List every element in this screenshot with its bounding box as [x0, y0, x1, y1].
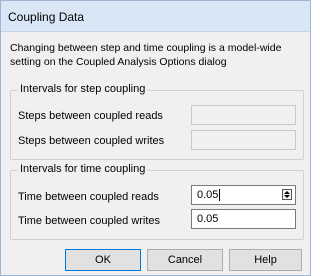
time-coupling-group: Intervals for time coupling — [10, 163, 304, 240]
intro-text: Changing between step and time coupling … — [10, 42, 282, 68]
time-writes-value: 0.05 — [197, 213, 219, 225]
spinner-icon[interactable] — [282, 189, 292, 200]
coupling-data-dialog: Coupling Data Changing between step and … — [0, 0, 311, 276]
text-caret — [219, 189, 221, 202]
cancel-button[interactable]: Cancel — [147, 249, 223, 271]
time-writes-label: Time between coupled writes — [18, 215, 161, 227]
steps-writes-label: Steps between coupled writes — [18, 135, 165, 147]
steps-reads-input[interactable] — [191, 105, 296, 125]
time-reads-label: Time between coupled reads — [18, 191, 159, 203]
time-writes-input[interactable]: 0.05 — [191, 209, 296, 229]
time-reads-value-wrap: 0.05 — [197, 189, 221, 202]
time-reads-value: 0.05 — [197, 189, 219, 201]
steps-reads-label: Steps between coupled reads — [18, 110, 163, 122]
window-title: Coupling Data — [8, 10, 85, 24]
step-coupling-legend: Intervals for step coupling — [18, 83, 148, 95]
ok-button[interactable]: OK — [65, 249, 141, 271]
help-button[interactable]: Help — [229, 249, 302, 271]
time-coupling-legend: Intervals for time coupling — [18, 163, 148, 175]
time-reads-input[interactable]: 0.05 — [191, 185, 296, 205]
steps-writes-input[interactable] — [191, 130, 296, 150]
title-bar: Coupling Data — [1, 1, 310, 32]
